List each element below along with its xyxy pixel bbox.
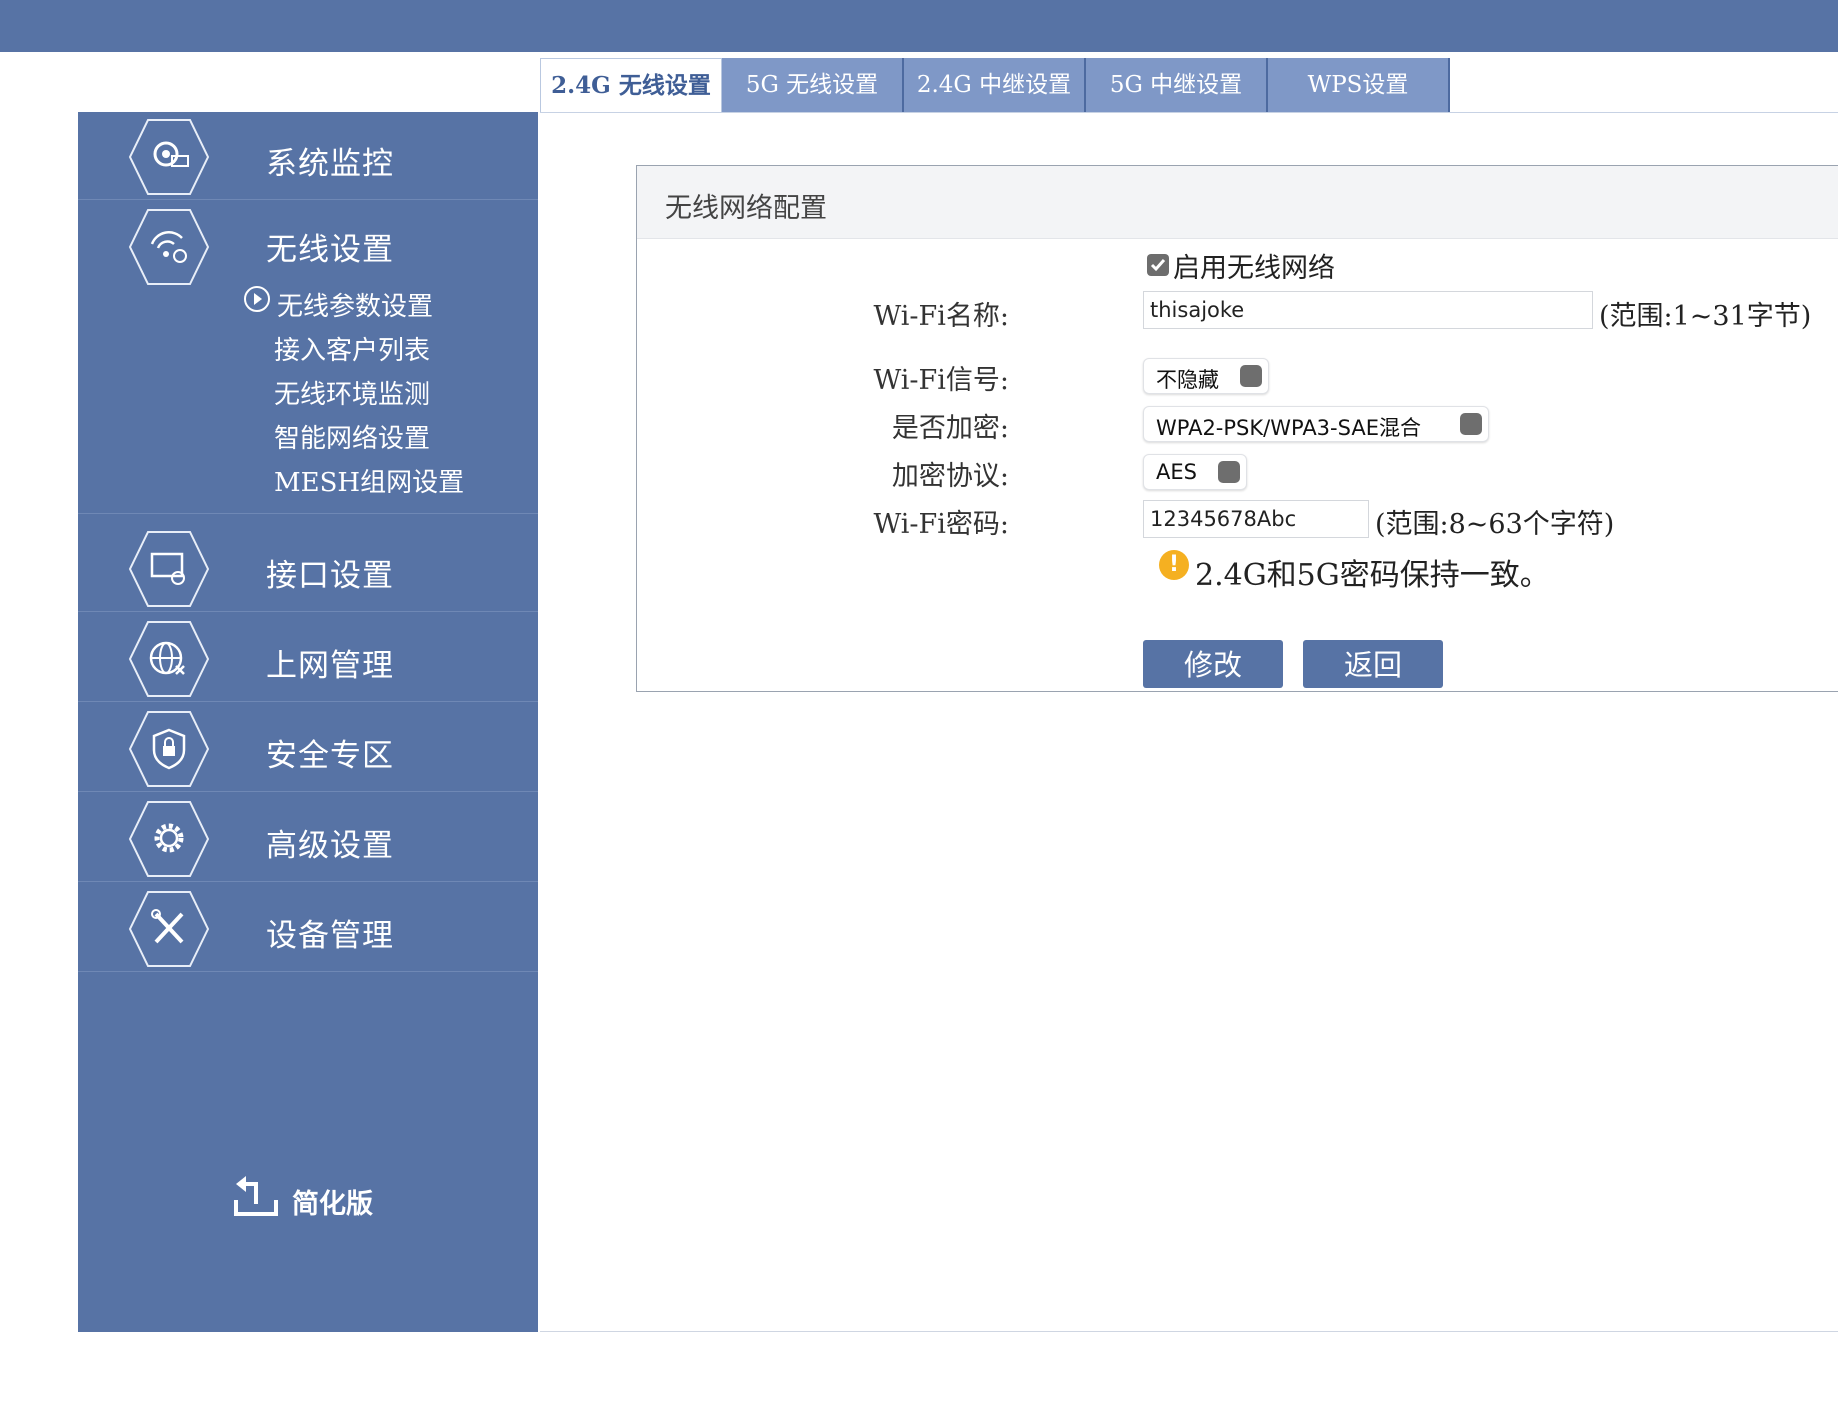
globe-icon (128, 621, 210, 697)
tab-5g-wireless[interactable]: 5G 无线设置 (722, 58, 904, 112)
interface-gear-icon (128, 531, 210, 607)
wifi-signal-value: 不隐藏 (1156, 368, 1219, 392)
wifi-name-hint: (范围:1~31字节) (1599, 301, 1812, 332)
tab-wps[interactable]: WPS设置 (1268, 58, 1450, 112)
sidebar-item-label: 系统监控 (266, 146, 394, 182)
sidebar-item-label: 高级设置 (266, 828, 394, 864)
sidebar-item-wireless[interactable]: 无线设置 无线参数设置 接入客户列表 无线环境监测 智能网络设置 MESH组网设… (78, 202, 538, 514)
return-arrow-icon (234, 1176, 278, 1216)
encryption-value: WPA2-PSK/WPA3-SAE混合 (1156, 416, 1421, 440)
enable-wifi-checkbox[interactable] (1147, 254, 1169, 276)
tools-icon (128, 891, 210, 967)
sidebar-item-interface[interactable]: 接口设置 (78, 524, 538, 612)
tab-24g-repeater[interactable]: 2.4G 中继设置 (904, 58, 1086, 112)
gear-icon (128, 801, 210, 877)
panel-title: 无线网络配置 (665, 193, 827, 224)
wifi-name-input[interactable]: thisajoke (1143, 291, 1593, 329)
wifi-signal-label: Wi-Fi信号: (873, 365, 1009, 396)
checkmark-icon (1150, 259, 1166, 272)
select-arrows-icon (1218, 461, 1240, 483)
enable-wifi-label: 启用无线网络 (1173, 253, 1335, 284)
password-notice: 2.4G和5G密码保持一致。 (1195, 558, 1550, 593)
sidebar: 系统监控 无线设置 无线参数设置 接入客户列表 无线环境监测 智能网络设置 ME… (78, 112, 538, 1332)
password-hint: (范围:8~63个字符) (1375, 509, 1615, 540)
sidebar-item-label: 安全专区 (266, 738, 394, 774)
sidebar-item-label: 接口设置 (266, 558, 394, 594)
sidebar-item-device[interactable]: 设备管理 (78, 884, 538, 972)
sidebar-subitem-wireless-params[interactable]: 无线参数设置 (277, 286, 433, 323)
monitor-gear-icon (128, 119, 210, 195)
sidebar-item-advanced[interactable]: 高级设置 (78, 794, 538, 882)
sidebar-item-system-monitor[interactable]: 系统监控 (78, 112, 538, 200)
sidebar-item-security[interactable]: 安全专区 (78, 704, 538, 792)
sidebar-subitem-env-monitor[interactable]: 无线环境监测 (274, 374, 430, 411)
wifi-name-label: Wi-Fi名称: (873, 301, 1009, 332)
sidebar-item-label: 无线设置 (266, 232, 394, 268)
password-input[interactable]: 12345678Abc (1143, 500, 1369, 538)
sidebar-subitem-mesh[interactable]: MESH组网设置 (274, 462, 464, 499)
wifi-signal-select[interactable]: 不隐藏 (1143, 358, 1269, 394)
protocol-value: AES (1156, 460, 1197, 484)
wireless-config-panel: 无线网络配置 启用无线网络 Wi-Fi名称: thisajoke (范围:1~3… (636, 165, 1838, 692)
back-button[interactable]: 返回 (1303, 640, 1443, 688)
password-label: Wi-Fi密码: (873, 509, 1009, 540)
sidebar-item-internet[interactable]: 上网管理 (78, 614, 538, 702)
play-circle-icon (244, 286, 270, 312)
modify-button[interactable]: 修改 (1143, 640, 1283, 688)
select-arrows-icon (1240, 365, 1262, 387)
protocol-label: 加密协议: (891, 461, 1009, 492)
encryption-label: 是否加密: (891, 413, 1009, 444)
sidebar-item-label: 上网管理 (266, 648, 394, 684)
protocol-select[interactable]: AES (1143, 454, 1247, 490)
tab-24g-wireless[interactable]: 2.4G 无线设置 (540, 58, 722, 112)
panel-header: 无线网络配置 (637, 166, 1838, 239)
wifi-gear-icon (128, 209, 210, 285)
top-banner (0, 0, 1838, 52)
sidebar-subitem-smart-network[interactable]: 智能网络设置 (274, 418, 430, 455)
sidebar-item-label: 设备管理 (266, 918, 394, 954)
warning-icon: ! (1159, 550, 1189, 580)
tab-5g-repeater[interactable]: 5G 中继设置 (1086, 58, 1268, 112)
shield-lock-icon (128, 711, 210, 787)
select-arrows-icon (1460, 413, 1482, 435)
simple-version-label: 简化版 (292, 1189, 373, 1220)
sidebar-subitem-client-list[interactable]: 接入客户列表 (274, 330, 430, 367)
encryption-select[interactable]: WPA2-PSK/WPA3-SAE混合 (1143, 406, 1489, 442)
